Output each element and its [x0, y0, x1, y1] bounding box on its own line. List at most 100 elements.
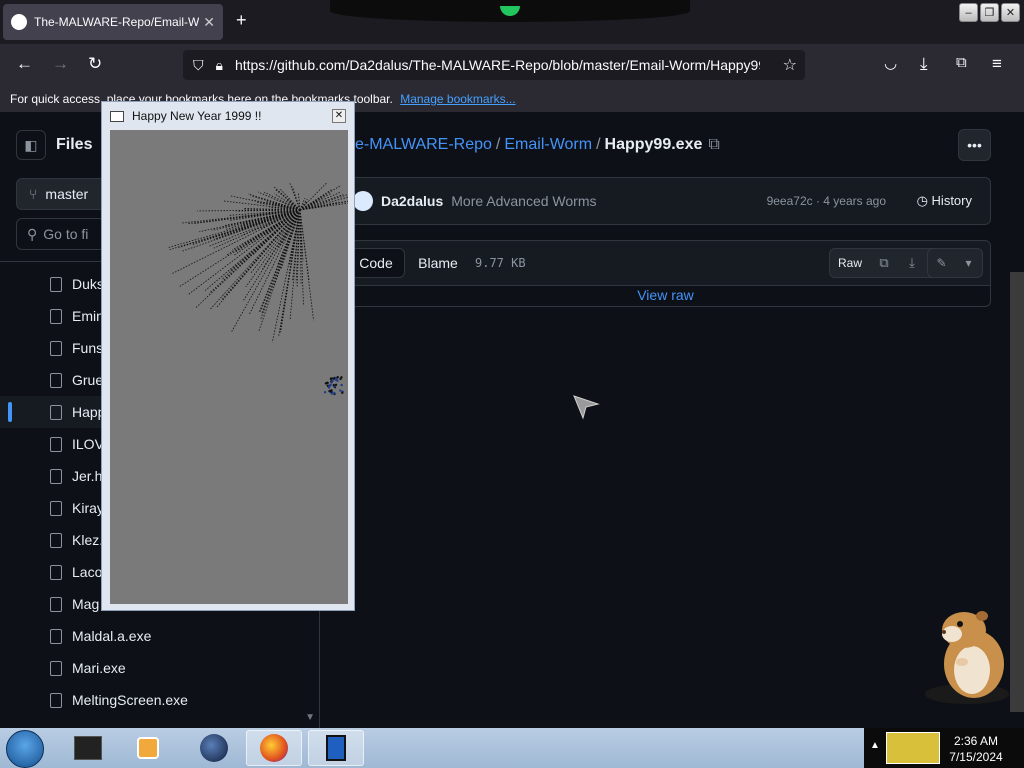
commit-message[interactable]: More Advanced Worms	[451, 193, 596, 209]
file-name: ILOV	[72, 436, 104, 452]
tray-expand-icon[interactable]: ▲	[870, 740, 880, 751]
taskbar-firefox-icon[interactable]	[246, 730, 302, 766]
close-tab-icon[interactable]: ✕	[203, 14, 215, 31]
popup-titlebar[interactable]: Happy New Year 1999 !! ✕	[102, 102, 354, 130]
commit-meta[interactable]: 9eea72c · 4 years ago	[767, 194, 886, 208]
avatar[interactable]	[353, 191, 373, 211]
file-tree-item[interactable]: Mari.exe	[0, 652, 318, 684]
taskbar-happy99-icon[interactable]	[308, 730, 364, 766]
file-name: Funs	[72, 340, 104, 356]
reload-icon[interactable]: ↻	[88, 54, 102, 74]
file-icon	[50, 532, 62, 548]
popup-close-button[interactable]: ✕	[332, 109, 346, 123]
file-icon	[50, 692, 62, 708]
firework-spark	[169, 209, 301, 251]
bookmark-star-icon[interactable]: ☆	[783, 55, 797, 75]
edit-pencil-icon[interactable]: ✎	[928, 256, 955, 270]
raw-button[interactable]: Raw	[830, 256, 870, 270]
breadcrumb-repo-link[interactable]: e-MALWARE-Repo	[355, 136, 492, 153]
firework-spark	[224, 209, 301, 230]
copy-raw-icon[interactable]: ⧉	[870, 255, 898, 271]
chevron-down-icon[interactable]: ▾	[955, 256, 982, 270]
file-icon	[50, 276, 62, 292]
pocket-icon[interactable]: ◡	[884, 54, 897, 72]
firework-burst-dot	[336, 379, 339, 382]
search-icon: ⚲	[27, 225, 38, 242]
file-name: Laco	[72, 564, 103, 580]
view-raw-link[interactable]: View raw	[340, 285, 991, 307]
firework-spark	[243, 208, 301, 211]
start-button[interactable]	[6, 730, 44, 768]
clock[interactable]: 2:36 AM 7/15/2024	[944, 733, 1008, 765]
back-icon[interactable]: ←	[16, 54, 33, 74]
file-name: Kiray	[72, 500, 104, 516]
files-title: Files	[56, 136, 93, 153]
window-controls: – ❐ ✕	[959, 3, 1020, 22]
file-tree-item[interactable]: MeltingScreen.exe	[0, 684, 318, 716]
url-text[interactable]: https://github.com/Da2dalus/The-MALWARE-…	[235, 57, 760, 73]
downloads-icon[interactable]: ⤓	[920, 54, 928, 74]
file-tree-item[interactable]: Maldal.a.exe	[0, 620, 318, 652]
hamster-pet-icon[interactable]	[922, 606, 1012, 706]
firework-spark	[258, 209, 301, 313]
lock-icon[interactable]: 🔒︎	[216, 57, 223, 74]
commit-author[interactable]: Da2dalus	[381, 193, 443, 209]
breadcrumb-folder-link[interactable]: Email-Worm	[504, 136, 592, 153]
firework-burst-dot	[339, 377, 342, 381]
tab-blame[interactable]: Blame	[413, 248, 463, 278]
firework-burst-dot	[331, 379, 334, 383]
happy99-window[interactable]: Happy New Year 1999 !! ✕	[101, 101, 355, 611]
breadcrumb: e-MALWARE-Repo / Email-Worm / Happy99.exe ⧉	[355, 136, 720, 153]
branch-name: master	[45, 186, 89, 202]
firework-burst-dot	[332, 384, 335, 387]
git-branch-icon: ⑂	[29, 186, 38, 202]
taskbar-terminal-icon[interactable]	[60, 730, 116, 766]
taskbar-media-player-icon[interactable]	[120, 730, 176, 766]
close-window-button[interactable]: ✕	[1001, 3, 1020, 22]
firework-spark	[299, 194, 348, 211]
clock-date: 7/15/2024	[949, 750, 1003, 764]
tray-network-icon[interactable]	[886, 732, 940, 764]
url-bar[interactable]: ⛉ 🔒︎ https://github.com/Da2dalus/The-MAL…	[183, 50, 805, 80]
extensions-icon[interactable]: ⧉	[956, 54, 967, 71]
breadcrumb-file-name: Happy99.exe	[604, 136, 703, 153]
browser-tab[interactable]: The-MALWARE-Repo/Email-W ✕	[3, 4, 223, 40]
shield-icon[interactable]: ⛉	[193, 57, 204, 74]
fireworks-canvas	[110, 130, 348, 604]
tab-title: The-MALWARE-Repo/Email-W	[34, 15, 199, 29]
sidebar-scroll-down-icon[interactable]: ▼	[305, 712, 315, 723]
collapse-sidebar-icon[interactable]: ◧	[16, 130, 46, 160]
firework-spark	[248, 209, 301, 316]
window-app-icon	[110, 110, 124, 122]
file-name: Jer.h	[72, 468, 103, 484]
history-button[interactable]: ◷ History	[917, 193, 972, 209]
manage-bookmarks-link[interactable]: Manage bookmarks...	[400, 92, 515, 106]
clock-time: 2:36 AM	[953, 734, 999, 748]
page-scrollbar[interactable]	[1010, 272, 1024, 712]
firework-burst-dot	[340, 383, 343, 387]
taskbar-globe-icon[interactable]	[186, 730, 242, 766]
firework-spark	[299, 209, 304, 306]
copy-path-icon[interactable]: ⧉	[708, 136, 719, 153]
file-icon	[50, 436, 62, 452]
maximize-button[interactable]: ❐	[980, 3, 999, 22]
more-options-button[interactable]: •••	[958, 129, 991, 161]
firework-burst-dot	[334, 383, 338, 386]
file-icon	[50, 596, 62, 612]
file-icon	[50, 564, 62, 580]
file-name: Mari.exe	[72, 660, 126, 676]
desktop-gadget	[330, 0, 690, 22]
history-icon: ◷	[916, 193, 932, 208]
firework-burst-dot	[329, 377, 333, 381]
tab-code[interactable]: Code	[347, 248, 405, 278]
menu-icon[interactable]: ≡	[992, 54, 1002, 74]
forward-icon[interactable]: →	[52, 54, 69, 74]
taskbar: ▲ 2:36 AM 7/15/2024	[0, 728, 1024, 768]
file-size: 9.77 KB	[475, 256, 526, 270]
minimize-button[interactable]: –	[959, 3, 978, 22]
new-tab-button[interactable]: +	[236, 10, 247, 31]
file-name: Grue	[72, 372, 104, 388]
download-icon[interactable]: ⤓	[898, 255, 926, 271]
popup-title: Happy New Year 1999 !!	[132, 109, 262, 123]
file-icon	[50, 500, 62, 516]
